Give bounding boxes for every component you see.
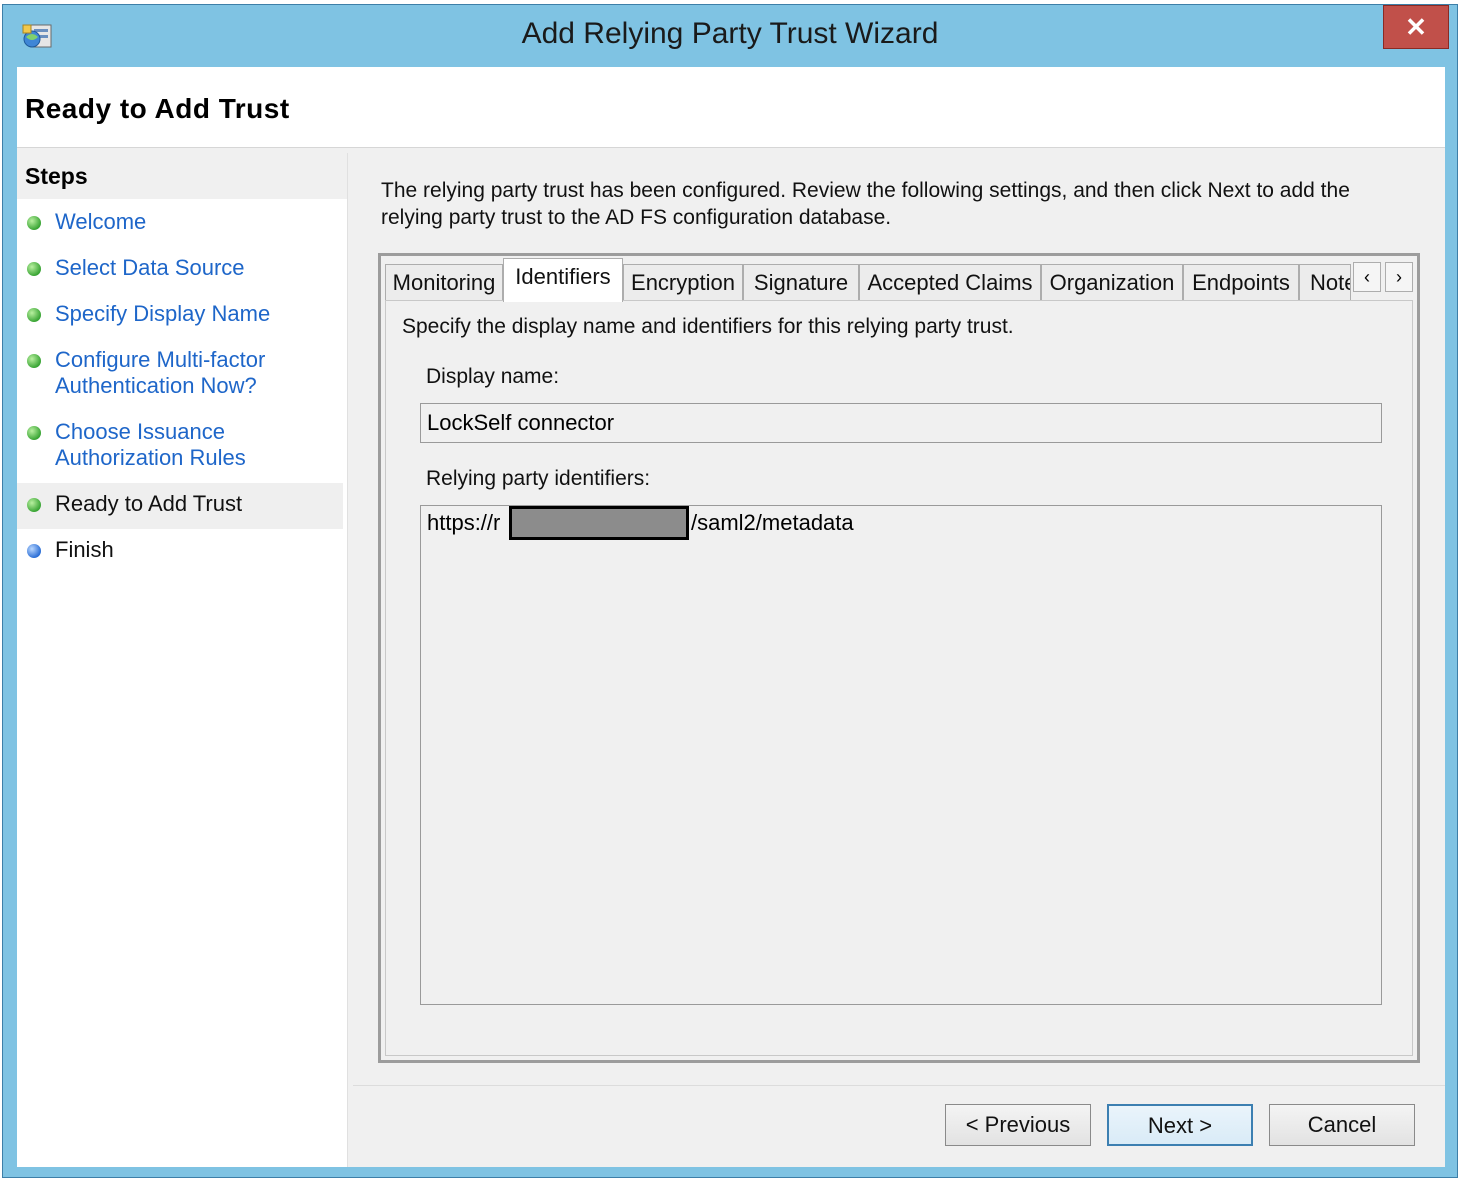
display-name-field[interactable]: LockSelf connector <box>420 403 1382 443</box>
step-label-line1: Choose Issuance <box>55 419 225 444</box>
step-label: Finish <box>55 537 114 562</box>
step-label-line2: Authorization Rules <box>55 445 246 470</box>
intro-text: The relying party trust has been configu… <box>381 177 1411 231</box>
title-bar[interactable]: Add Relying Party Trust Wizard ✕ <box>3 5 1457 67</box>
content-pane: The relying party trust has been configu… <box>353 153 1445 1167</box>
step-complete-icon <box>27 354 41 368</box>
step-ready-to-add-trust: Ready to Add Trust <box>17 483 343 529</box>
tab-scroll-left-button[interactable]: ‹ <box>1353 262 1381 292</box>
step-specify-display-name[interactable]: Specify Display Name <box>17 301 343 327</box>
step-configure-mfa[interactable]: Configure Multi-factor Authentication No… <box>17 347 343 399</box>
close-button[interactable]: ✕ <box>1383 5 1449 49</box>
step-label: Select Data Source <box>55 255 245 280</box>
tab-identifiers[interactable]: Identifiers <box>503 258 623 302</box>
steps-heading: Steps <box>17 153 347 199</box>
tab-description: Specify the display name and identifiers… <box>402 315 1014 338</box>
tab-scroll-right-button[interactable]: › <box>1385 262 1413 292</box>
cancel-button[interactable]: Cancel <box>1269 1104 1415 1146</box>
step-label: Specify Display Name <box>55 301 271 326</box>
step-complete-icon <box>27 216 41 230</box>
tab-monitoring[interactable]: Monitoring <box>385 264 503 300</box>
step-choose-issuance-rules[interactable]: Choose Issuance Authorization Rules <box>17 419 343 471</box>
page-title: Ready to Add Trust <box>25 93 290 124</box>
tab-endpoints[interactable]: Endpoints <box>1183 264 1299 300</box>
relying-party-identifiers-label: Relying party identifiers: <box>426 467 651 490</box>
identifier-row[interactable]: https://r /saml2/metadata <box>427 506 1381 540</box>
identifier-suffix: /saml2/metadata <box>691 510 854 535</box>
chevron-left-icon: ‹ <box>1364 267 1370 287</box>
step-complete-icon <box>27 498 41 512</box>
step-pending-icon <box>27 544 41 558</box>
step-complete-icon <box>27 262 41 276</box>
wizard-window: Add Relying Party Trust Wizard ✕ Ready t… <box>2 4 1458 1178</box>
tab-organization[interactable]: Organization <box>1041 264 1183 300</box>
step-complete-icon <box>27 426 41 440</box>
step-label: Ready to Add Trust <box>55 491 243 516</box>
step-label-line2: Authentication Now? <box>55 373 257 398</box>
identifiers-tab-page: Specify the display name and identifiers… <box>385 300 1413 1056</box>
intro-text-line1: The relying party trust has been configu… <box>381 179 1350 202</box>
tab-encryption[interactable]: Encryption <box>623 264 743 300</box>
step-complete-icon <box>27 308 41 322</box>
step-welcome[interactable]: Welcome <box>17 209 343 235</box>
step-select-data-source[interactable]: Select Data Source <box>17 255 343 281</box>
display-name-label: Display name: <box>426 365 560 388</box>
settings-tab-control: Monitoring Identifiers Encryption Signat… <box>378 253 1420 1063</box>
close-icon: ✕ <box>1405 12 1427 42</box>
identifier-prefix: https://r <box>427 510 501 535</box>
chevron-right-icon: › <box>1396 267 1402 287</box>
tab-notes[interactable]: Note <box>1299 264 1351 300</box>
redaction-box <box>509 506 689 540</box>
display-name-value: LockSelf connector <box>427 410 615 435</box>
step-label: Welcome <box>55 209 147 234</box>
tab-accepted-claims[interactable]: Accepted Claims <box>859 264 1041 300</box>
next-button[interactable]: Next > <box>1107 1104 1253 1146</box>
steps-sidebar: Steps Welcome Select Data Source Specify… <box>17 153 348 1167</box>
step-label-line1: Configure Multi-factor <box>55 347 266 372</box>
button-bar: < Previous Next > Cancel <box>353 1085 1445 1168</box>
tab-signature[interactable]: Signature <box>743 264 859 300</box>
previous-button[interactable]: < Previous <box>945 1104 1091 1146</box>
background-window-edge <box>1458 0 1464 1180</box>
window-title: Add Relying Party Trust Wizard <box>521 17 939 50</box>
step-finish: Finish <box>17 537 343 563</box>
intro-text-line2: relying party trust to the AD FS configu… <box>381 206 892 229</box>
page-header: Ready to Add Trust <box>17 67 1445 148</box>
relying-party-identifiers-list[interactable]: https://r /saml2/metadata <box>420 505 1382 1005</box>
wizard-client-area: Ready to Add Trust Steps Welcome Select … <box>17 67 1445 1167</box>
